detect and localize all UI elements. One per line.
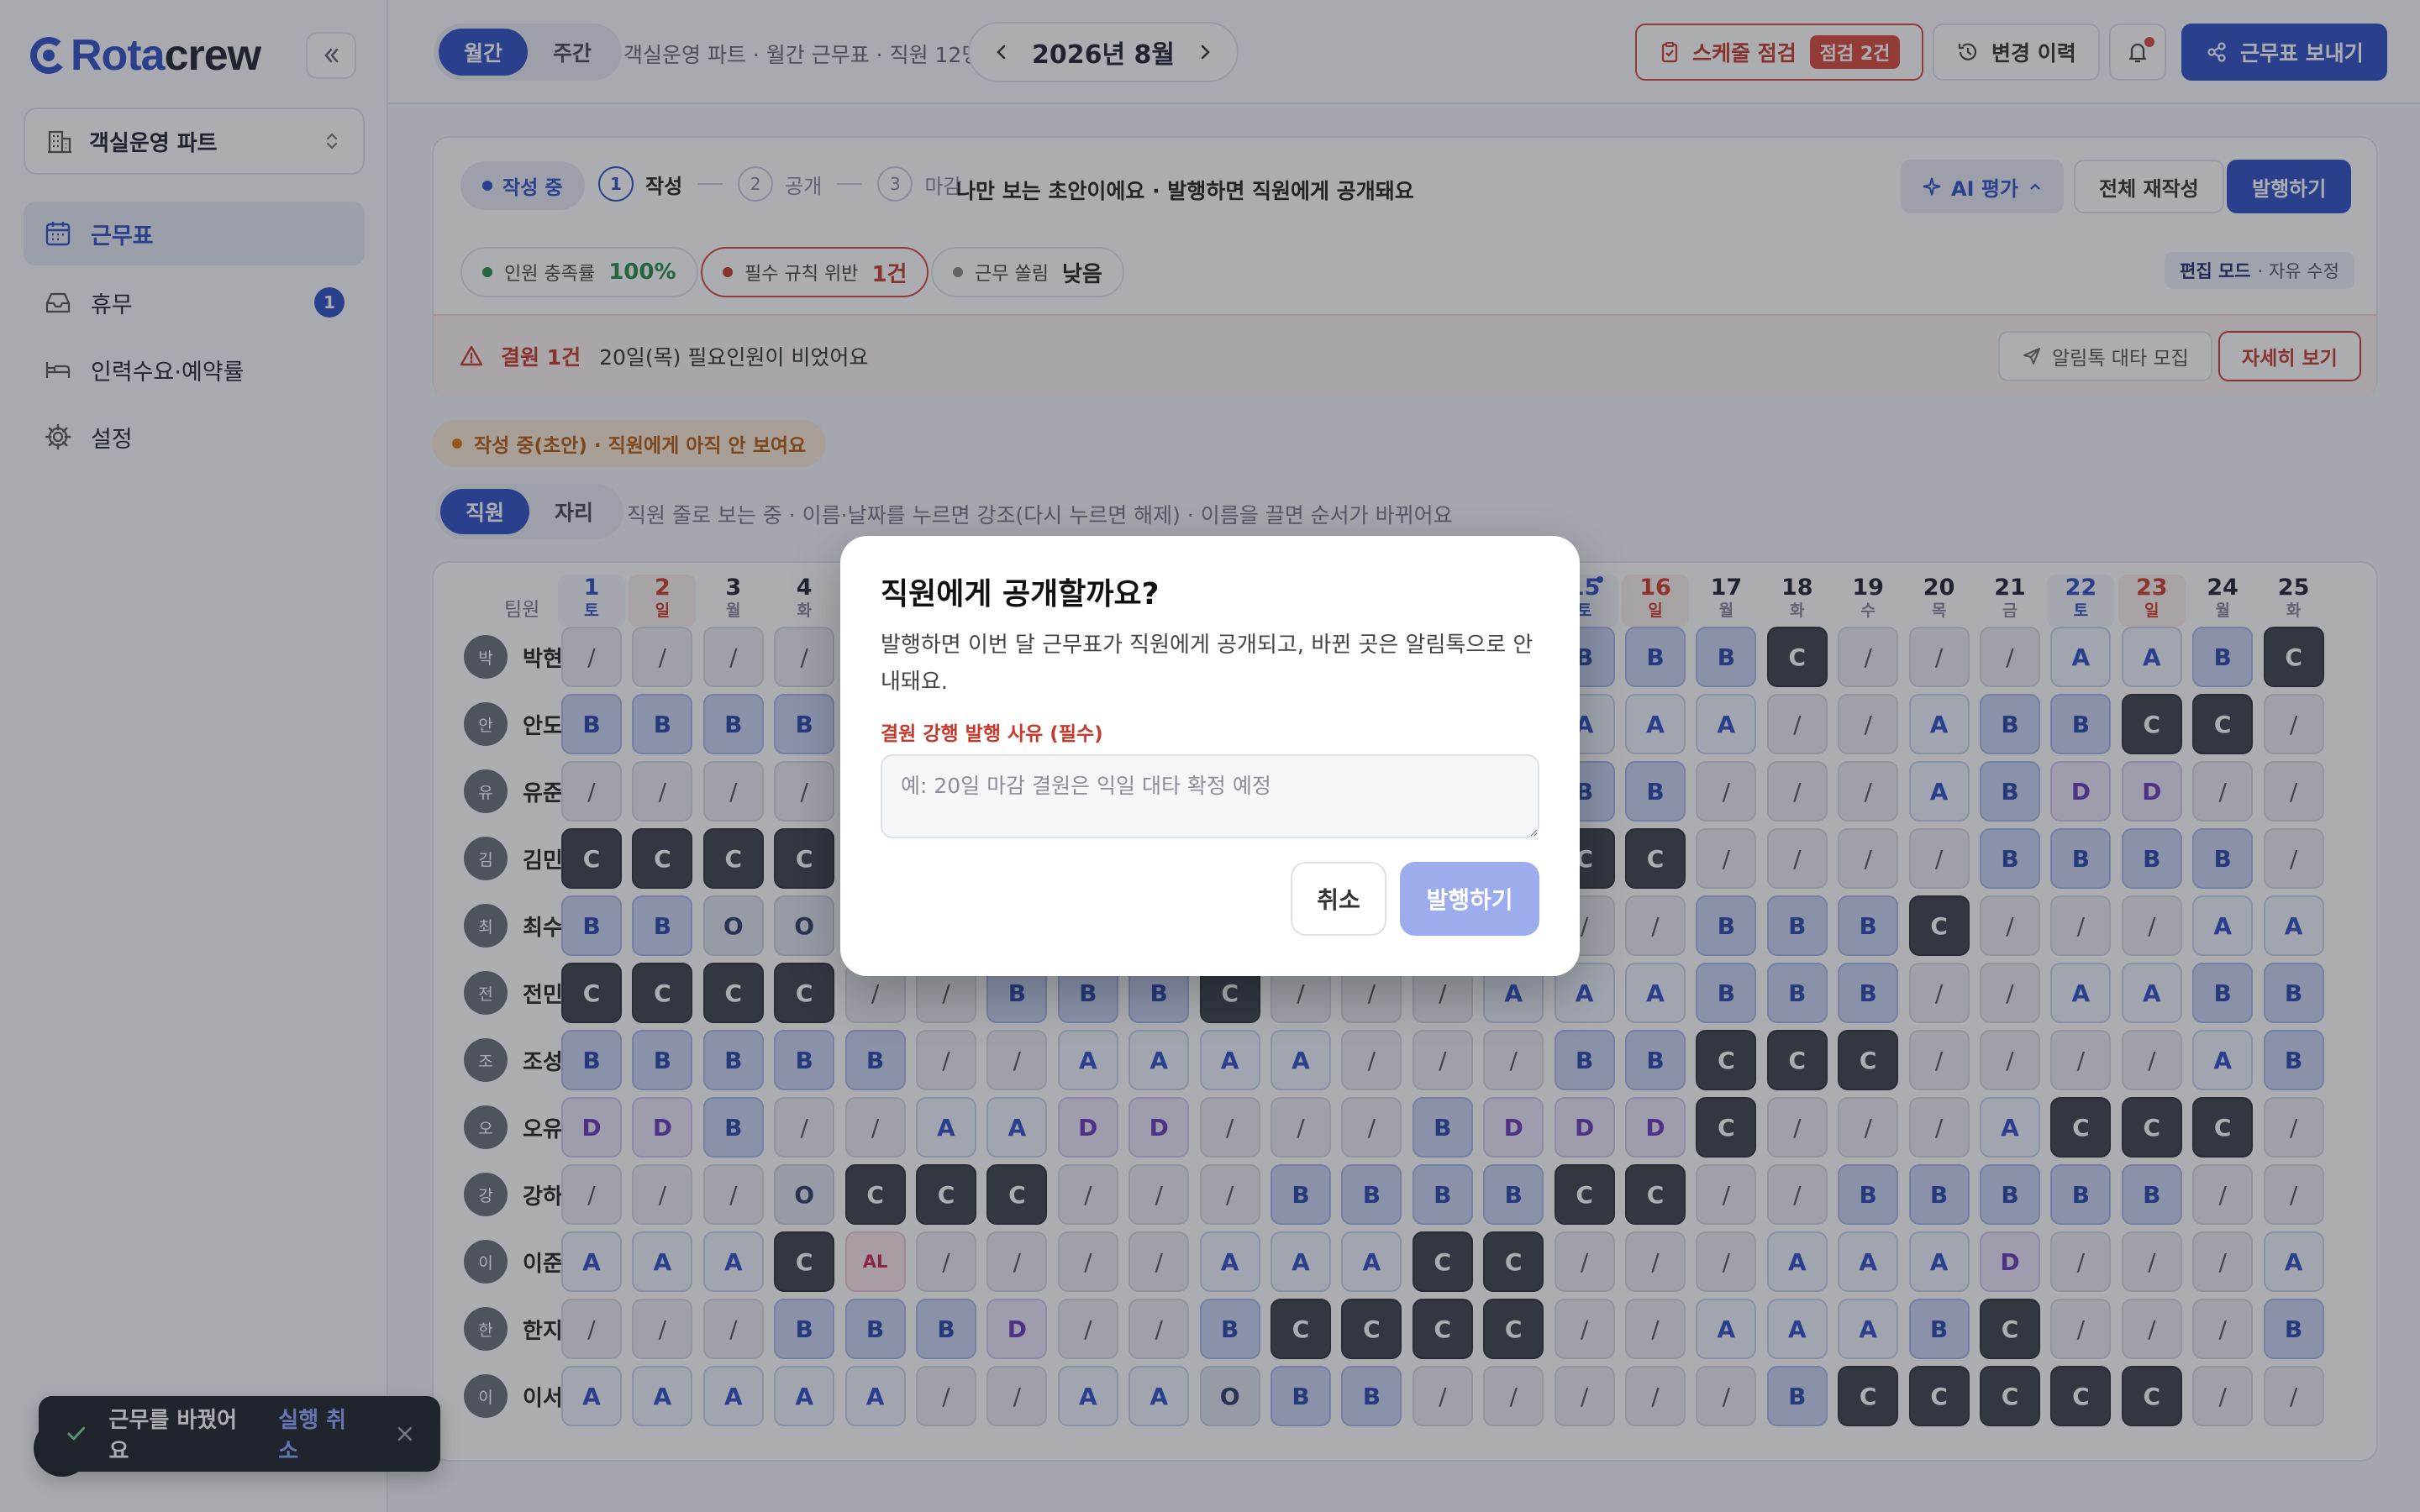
modal-backdrop[interactable]: 직원에게 공개할까요? 발행하면 이번 달 근무표가 직원에게 공개되고, 바뀐… — [0, 0, 2420, 1512]
publish-confirm-dialog: 직원에게 공개할까요? 발행하면 이번 달 근무표가 직원에게 공개되고, 바뀐… — [840, 536, 1580, 976]
reason-input[interactable] — [881, 754, 1539, 838]
dialog-title: 직원에게 공개할까요? — [881, 577, 1160, 612]
dialog-description: 발행하면 이번 달 근무표가 직원에게 공개되고, 바뀐 곳은 알림톡으로 안내… — [881, 633, 1534, 695]
cancel-button[interactable]: 취소 — [1291, 862, 1386, 936]
confirm-publish-button[interactable]: 발행하기 — [1400, 862, 1539, 936]
reason-label: 결원 강행 발행 사유 (필수) — [881, 723, 1103, 745]
